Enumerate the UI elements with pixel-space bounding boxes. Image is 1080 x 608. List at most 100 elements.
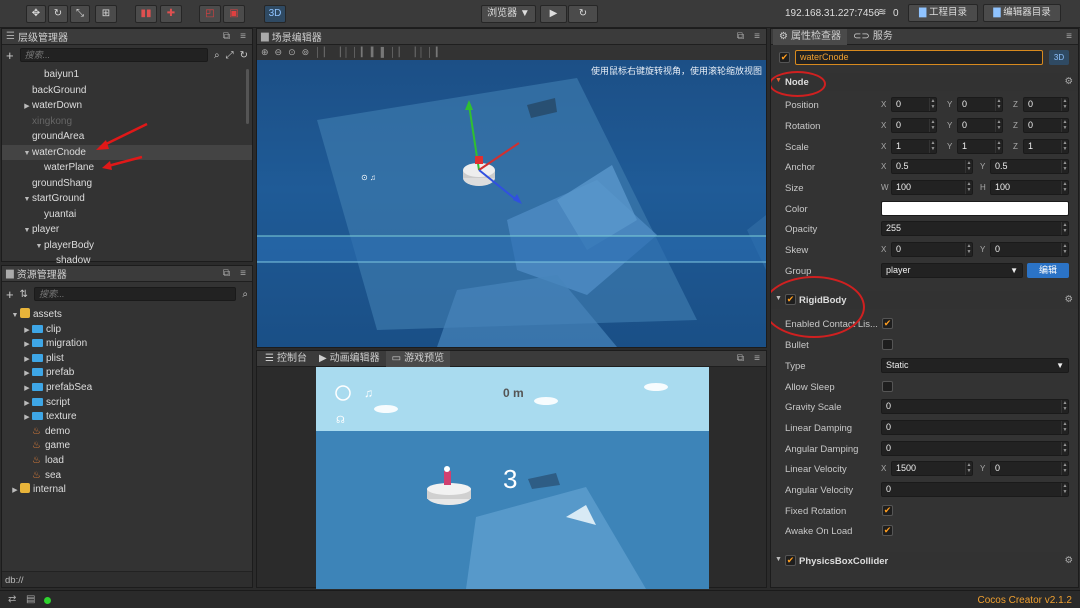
allow-sleep-checkbox[interactable] [882, 381, 893, 392]
add-icon[interactable]: + [6, 48, 14, 63]
rotation-y-input[interactable]: 0 ▲ ▼ [957, 118, 1003, 133]
bullet-checkbox[interactable] [882, 339, 893, 350]
add-icon[interactable]: + [6, 287, 14, 302]
asset-item[interactable]: ▶ script [10, 396, 252, 411]
size-h-input[interactable]: 100 ▲ ▼ [990, 180, 1069, 195]
assets-search-input[interactable]: 搜索... [33, 287, 237, 301]
stepper-icon[interactable]: ▲ ▼ [1061, 400, 1068, 413]
stepper-icon[interactable]: ▲ ▼ [1061, 243, 1068, 256]
tab-preview[interactable]: ▭ 游戏预览 [385, 350, 451, 367]
3d-toggle-button[interactable]: 3D [1049, 50, 1069, 65]
stepper-icon[interactable]: ▲ ▼ [995, 98, 1002, 111]
hierarchy-node[interactable]: ▼ startGround [2, 191, 252, 207]
game-viewport[interactable]: ♫ ☊ 0 m 3 [316, 367, 709, 589]
zoom-out-icon[interactable]: ⊖ [275, 47, 283, 58]
stepper-icon[interactable]: ▲ ▼ [965, 462, 972, 475]
chevron-right-icon[interactable]: ▶ [22, 324, 32, 339]
scale-x-input[interactable]: 1 ▲ ▼ [891, 139, 937, 154]
hierarchy-search-input[interactable]: 搜索... [19, 48, 208, 62]
settings-icon[interactable]: ⚙ [1064, 555, 1073, 566]
project-dir-button[interactable]: ▇ 工程目录 [908, 4, 978, 22]
chevron-right-icon[interactable]: ▶ [22, 99, 32, 115]
zoom-reset-icon[interactable]: ⊚ [302, 47, 310, 58]
scene-viewport[interactable]: ⊙ ♫ 使用鼠标右键旋转视角，使用滚轮缩放视图 [257, 60, 766, 347]
scale-y-input[interactable]: 1 ▲ ▼ [957, 139, 1003, 154]
chevron-right-icon[interactable]: ▶ [22, 353, 32, 368]
hierarchy-node[interactable]: baiyun1 [2, 67, 252, 83]
tab-properties[interactable]: ⚙ 属性检查器 [773, 29, 847, 45]
asset-item[interactable]: ▶ prefabSea [10, 381, 252, 396]
scale-z-input[interactable]: 1 ▲ ▼ [1023, 139, 1069, 154]
rect-tool-icon[interactable]: ⊞ [95, 5, 117, 23]
tab-animation[interactable]: ▶ 动画编辑器 [313, 351, 386, 367]
stepper-icon[interactable]: ▲ ▼ [965, 181, 972, 194]
rotation-z-input[interactable]: 0 ▲ ▼ [1023, 118, 1069, 133]
rotate-tool-icon[interactable]: ↻ [48, 5, 68, 23]
linear-damping-input[interactable]: 0 ▲ ▼ [881, 420, 1069, 435]
sync-icon[interactable]: ⇄ [8, 594, 16, 605]
position-x-input[interactable]: 0 ▲ ▼ [891, 97, 937, 112]
popout-icon[interactable]: ⧉ [737, 353, 744, 364]
hierarchy-node[interactable]: backGround [2, 83, 252, 99]
asset-item[interactable]: ♨ game [10, 439, 252, 454]
chevron-down-icon[interactable]: ▼ [10, 309, 20, 324]
asset-item[interactable]: ▼ assets [10, 308, 252, 323]
search-icon[interactable]: ⌕ [214, 50, 220, 61]
hierarchy-node[interactable]: yuantai [2, 207, 252, 223]
menu-icon[interactable]: ≡ [240, 31, 246, 42]
chevron-down-icon[interactable]: ▼ [22, 192, 32, 208]
pivot-icon[interactable]: ▮▮ [135, 5, 157, 23]
hierarchy-node[interactable]: ▶ waterDown [2, 98, 252, 114]
stepper-icon[interactable]: ▲ ▼ [1061, 421, 1068, 434]
stepper-icon[interactable]: ▲ ▼ [1061, 140, 1068, 153]
stepper-icon[interactable]: ▲ ▼ [995, 119, 1002, 132]
node-active-checkbox[interactable]: ✔ [779, 52, 790, 63]
zoom-in-icon[interactable]: ⊕ [261, 47, 269, 58]
node-name-input[interactable]: waterCnode [795, 50, 1043, 65]
stepper-icon[interactable]: ▲ ▼ [1061, 98, 1068, 111]
scale-tool-icon[interactable]: ⤡ [70, 5, 90, 23]
stepper-icon[interactable]: ▲ ▼ [995, 140, 1002, 153]
asset-item[interactable]: ▶ internal [10, 483, 252, 498]
stepper-icon[interactable]: ▲ ▼ [1061, 462, 1068, 475]
type-select[interactable]: Static ▼ [881, 358, 1069, 373]
move-tool-icon[interactable]: ✥ [26, 5, 46, 23]
skew-x-input[interactable]: 0 ▲ ▼ [891, 242, 973, 257]
popout-icon[interactable]: ⧉ [223, 268, 230, 279]
asset-item[interactable]: ▶ plist [10, 352, 252, 367]
group-select[interactable]: player ▼ [881, 263, 1023, 278]
browser-select[interactable]: 浏览器 ▼ [481, 5, 536, 23]
chevron-right-icon[interactable]: ▶ [22, 338, 32, 353]
stepper-icon[interactable]: ▲ ▼ [929, 119, 936, 132]
angular-damping-input[interactable]: 0 ▲ ▼ [881, 441, 1069, 456]
snap-icon[interactable]: ◰ [199, 5, 221, 23]
hierarchy-node[interactable]: ▼ playerBody [2, 238, 252, 254]
chevron-right-icon[interactable]: ▶ [22, 367, 32, 382]
sort-icon[interactable]: ⇅ [20, 289, 28, 300]
stepper-icon[interactable]: ▲ ▼ [1061, 181, 1068, 194]
chevron-down-icon[interactable]: ▼ [22, 223, 32, 239]
menu-icon[interactable]: ≡ [240, 268, 246, 279]
stepper-icon[interactable]: ▲ ▼ [965, 160, 972, 173]
asset-item[interactable]: ▶ prefab [10, 366, 252, 381]
asset-item[interactable]: ♨ sea [10, 469, 252, 484]
stepper-icon[interactable]: ▲ ▼ [1061, 222, 1068, 235]
anchor-y-input[interactable]: 0.5 ▲ ▼ [990, 159, 1069, 174]
chevron-right-icon[interactable]: ▶ [10, 484, 20, 499]
chevron-down-icon[interactable]: ▼ [22, 146, 32, 162]
menu-icon[interactable]: ≡ [754, 31, 760, 42]
chevron-right-icon[interactable]: ▶ [22, 397, 32, 412]
stepper-icon[interactable]: ▲ ▼ [1061, 160, 1068, 173]
enabled-contact-checkbox[interactable]: ✔ [882, 318, 893, 329]
tab-service[interactable]: ⊂⊃ 服务 [847, 29, 899, 45]
chevron-down-icon[interactable]: ▼ [34, 239, 44, 255]
color-swatch[interactable] [881, 201, 1069, 216]
rotation-x-input[interactable]: 0 ▲ ▼ [891, 118, 937, 133]
collider-section-header[interactable]: ▼ ✔ PhysicsBoxCollider ⚙ [771, 552, 1078, 570]
hierarchy-scrollbar[interactable] [246, 69, 249, 124]
chevron-right-icon[interactable]: ▶ [22, 382, 32, 397]
3d-toggle-button[interactable]: 3D [264, 5, 286, 23]
expand-icon[interactable]: ⤢ [226, 50, 234, 61]
asset-item[interactable]: ▶ texture [10, 410, 252, 425]
hierarchy-node[interactable]: ▼ player [2, 222, 252, 238]
